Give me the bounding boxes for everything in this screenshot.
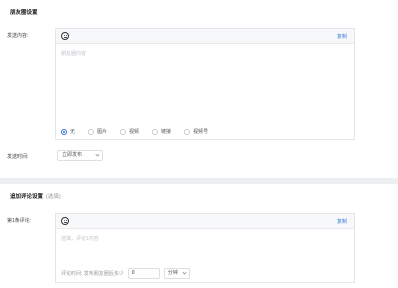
radio-video[interactable]: 视频: [120, 128, 139, 135]
radio-image[interactable]: 图片: [88, 128, 107, 135]
content-textarea[interactable]: 朋友圈内容: [56, 44, 354, 114]
attachment-type-radio-group: 无 图片 视频 链接 视频号: [61, 128, 221, 135]
optional-hint: (选填): [46, 194, 61, 200]
radio-dot-icon: [152, 128, 159, 135]
radio-dot-icon: [184, 128, 191, 135]
radio-dot-icon: [120, 128, 127, 135]
radio-link[interactable]: 链接: [152, 128, 171, 135]
editor-toolbar: 复制: [56, 29, 354, 44]
section-title-moments: 朋友圈设置: [10, 10, 38, 16]
timing-text: 评论时间: 发布朋友圈后多少: [61, 271, 124, 277]
send-time-label: 发送时间:: [7, 154, 29, 160]
chevron-down-icon: [182, 270, 187, 275]
moments-editor[interactable]: 复制 朋友圈内容 无 图片 视频 链接 视频号: [55, 28, 355, 140]
section-divider: [0, 178, 398, 184]
editor-toolbar: 复制: [56, 214, 354, 229]
send-time-select[interactable]: 立即发布: [57, 150, 103, 161]
unit-select[interactable]: 分钟: [163, 268, 190, 279]
radio-dot-icon: [61, 128, 67, 135]
radio-dot-icon: [88, 128, 95, 135]
emoji-icon[interactable]: [61, 217, 69, 225]
content-label: 发送内容:: [7, 33, 29, 39]
radio-channels[interactable]: 视频号: [184, 128, 208, 135]
comment-editor[interactable]: 复制 选填，评论1内容 评论时间: 发布朋友圈后多少 0 分钟: [55, 213, 355, 283]
copy-link[interactable]: 复制: [337, 33, 347, 40]
comment-label: 第1条评论:: [7, 218, 32, 224]
comment-textarea[interactable]: 选填，评论1内容: [56, 229, 354, 261]
timing-input[interactable]: 0: [127, 268, 160, 279]
radio-none[interactable]: 无: [61, 128, 75, 135]
copy-link[interactable]: 复制: [337, 218, 347, 225]
comment-placeholder: 选填，评论1内容: [61, 236, 99, 242]
comment-timing-row: 评论时间: 发布朋友圈后多少 0 分钟: [61, 268, 190, 279]
section-title-comments: 追加评论设置 (选填): [10, 194, 61, 200]
content-placeholder: 朋友圈内容: [61, 51, 87, 57]
emoji-icon[interactable]: [61, 32, 69, 40]
chevron-down-icon: [95, 152, 100, 157]
